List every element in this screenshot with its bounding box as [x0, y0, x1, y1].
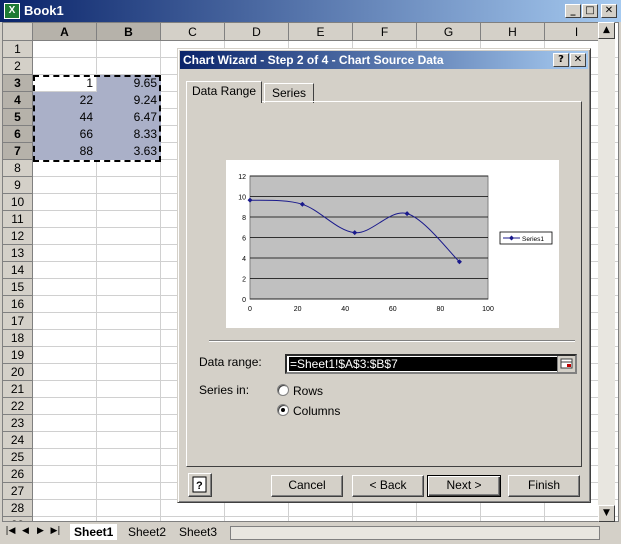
- x-tick-label: 40: [341, 306, 349, 313]
- close-button[interactable]: ✕: [601, 4, 617, 18]
- y-tick-label: 4: [242, 256, 246, 263]
- row-header-28[interactable]: 28: [3, 500, 33, 517]
- cancel-button[interactable]: Cancel: [271, 475, 343, 497]
- next-sheet-icon[interactable]: ▶: [34, 524, 47, 539]
- tab-sheet3[interactable]: Sheet3: [175, 524, 221, 540]
- chart-wizard-dialog: Chart Wizard - Step 2 of 4 - Chart Sourc…: [177, 48, 591, 503]
- row-header-25[interactable]: 25: [3, 449, 33, 466]
- window-title: Book1: [24, 3, 64, 18]
- row-header-4[interactable]: 4: [3, 92, 33, 109]
- row-header-12[interactable]: 12: [3, 228, 33, 245]
- window-title-bar[interactable]: [0, 0, 621, 22]
- row-header-13[interactable]: 13: [3, 245, 33, 262]
- rows-label[interactable]: Rows: [293, 384, 323, 398]
- help-button[interactable]: ?: [553, 53, 569, 67]
- x-tick-label: 60: [389, 306, 397, 313]
- y-tick-label: 8: [242, 215, 246, 222]
- radio-rows[interactable]: [277, 384, 289, 396]
- data-range-panel: 0 2 4 6 8 10 12 0 20 40 60 80 100 Series1 Data range:…: [186, 101, 582, 467]
- separator: [209, 340, 575, 342]
- column-header-g[interactable]: G: [417, 23, 481, 41]
- columns-label[interactable]: Columns: [293, 404, 340, 418]
- horizontal-scrollbar[interactable]: [230, 526, 600, 540]
- scroll-up-icon[interactable]: ▲: [598, 22, 615, 39]
- y-tick-label: 2: [242, 277, 246, 284]
- row-header-2[interactable]: 2: [3, 58, 33, 75]
- y-tick-label: 0: [242, 297, 246, 304]
- select-all-corner[interactable]: [3, 23, 33, 41]
- office-assistant-button[interactable]: ?: [188, 473, 212, 497]
- data-range-input[interactable]: =Sheet1!$A$3:$B$7: [285, 354, 577, 374]
- row-header-21[interactable]: 21: [3, 381, 33, 398]
- row-header-11[interactable]: 11: [3, 211, 33, 228]
- x-tick-label: 100: [482, 306, 494, 313]
- tab-sheet2[interactable]: Sheet2: [124, 524, 170, 540]
- row-header-7[interactable]: 7: [3, 143, 33, 160]
- row-header-15[interactable]: 15: [3, 279, 33, 296]
- copy-range-marquee: [33, 75, 161, 162]
- assistant-help-icon: ?: [192, 476, 207, 493]
- prev-sheet-icon[interactable]: ◀: [19, 524, 32, 539]
- y-tick-label: 6: [242, 236, 246, 243]
- row-header-24[interactable]: 24: [3, 432, 33, 449]
- row-header-3[interactable]: 3: [3, 75, 33, 92]
- row-header-6[interactable]: 6: [3, 126, 33, 143]
- column-header-d[interactable]: D: [225, 23, 289, 41]
- row-header-8[interactable]: 8: [3, 160, 33, 177]
- svg-text:?: ?: [196, 480, 203, 492]
- data-range-value: =Sheet1!$A$3:$B$7: [289, 357, 557, 371]
- dialog-title-bar[interactable]: Chart Wizard - Step 2 of 4 - Chart Sourc…: [180, 51, 588, 69]
- sheet-tab-bar: |◀ ◀ ▶ ▶| Sheet1 Sheet2 Sheet3: [0, 522, 621, 544]
- chart-preview: 0 2 4 6 8 10 12 0 20 40 60 80 100 Series1: [226, 160, 559, 328]
- minimize-button[interactable]: _: [565, 4, 581, 18]
- series-in-label: Series in:: [199, 383, 250, 397]
- x-tick-label: 20: [294, 306, 302, 313]
- finish-button[interactable]: Finish: [508, 475, 580, 497]
- row-header-19[interactable]: 19: [3, 347, 33, 364]
- y-tick-label: 12: [238, 174, 246, 181]
- back-button[interactable]: < Back: [352, 475, 424, 497]
- first-sheet-icon[interactable]: |◀: [4, 524, 17, 539]
- last-sheet-icon[interactable]: ▶|: [49, 524, 62, 539]
- scroll-down-icon[interactable]: ▼: [598, 505, 615, 522]
- legend-label: Series1: [522, 236, 544, 243]
- y-tick-label: 10: [238, 195, 246, 202]
- maximize-button[interactable]: □: [582, 4, 598, 18]
- collapse-dialog-icon[interactable]: [557, 356, 575, 372]
- next-button[interactable]: Next >: [427, 475, 501, 497]
- column-header-b[interactable]: B: [97, 23, 161, 41]
- column-header-c[interactable]: C: [161, 23, 225, 41]
- row-header-17[interactable]: 17: [3, 313, 33, 330]
- column-header-e[interactable]: E: [289, 23, 353, 41]
- x-tick-label: 80: [437, 306, 445, 313]
- tab-sheet1[interactable]: Sheet1: [70, 524, 118, 540]
- vertical-scrollbar[interactable]: ▲ ▼: [598, 22, 615, 522]
- row-header-27[interactable]: 27: [3, 483, 33, 500]
- radio-columns[interactable]: [277, 404, 289, 416]
- column-header-f[interactable]: F: [353, 23, 417, 41]
- range-select-icon: [560, 358, 573, 369]
- row-header-20[interactable]: 20: [3, 364, 33, 381]
- row-header-22[interactable]: 22: [3, 398, 33, 415]
- row-header-26[interactable]: 26: [3, 466, 33, 483]
- row-header-1[interactable]: 1: [3, 41, 33, 58]
- dialog-title: Chart Wizard - Step 2 of 4 - Chart Sourc…: [183, 53, 444, 67]
- tab-series[interactable]: Series: [264, 83, 314, 103]
- row-header-10[interactable]: 10: [3, 194, 33, 211]
- column-header-a[interactable]: A: [33, 23, 97, 41]
- data-range-label: Data range:: [199, 355, 262, 369]
- row-header-18[interactable]: 18: [3, 330, 33, 347]
- row-header-5[interactable]: 5: [3, 109, 33, 126]
- row-header-23[interactable]: 23: [3, 415, 33, 432]
- column-header-h[interactable]: H: [481, 23, 545, 41]
- chart-svg: 0 2 4 6 8 10 12 0 20 40 60 80 100 Series1: [238, 174, 553, 313]
- row-header-14[interactable]: 14: [3, 262, 33, 279]
- excel-icon: X: [4, 3, 20, 19]
- row-header-9[interactable]: 9: [3, 177, 33, 194]
- tab-data-range[interactable]: Data Range: [186, 81, 262, 103]
- row-header-16[interactable]: 16: [3, 296, 33, 313]
- x-tick-label: 0: [248, 306, 252, 313]
- dialog-close-button[interactable]: ✕: [570, 53, 586, 67]
